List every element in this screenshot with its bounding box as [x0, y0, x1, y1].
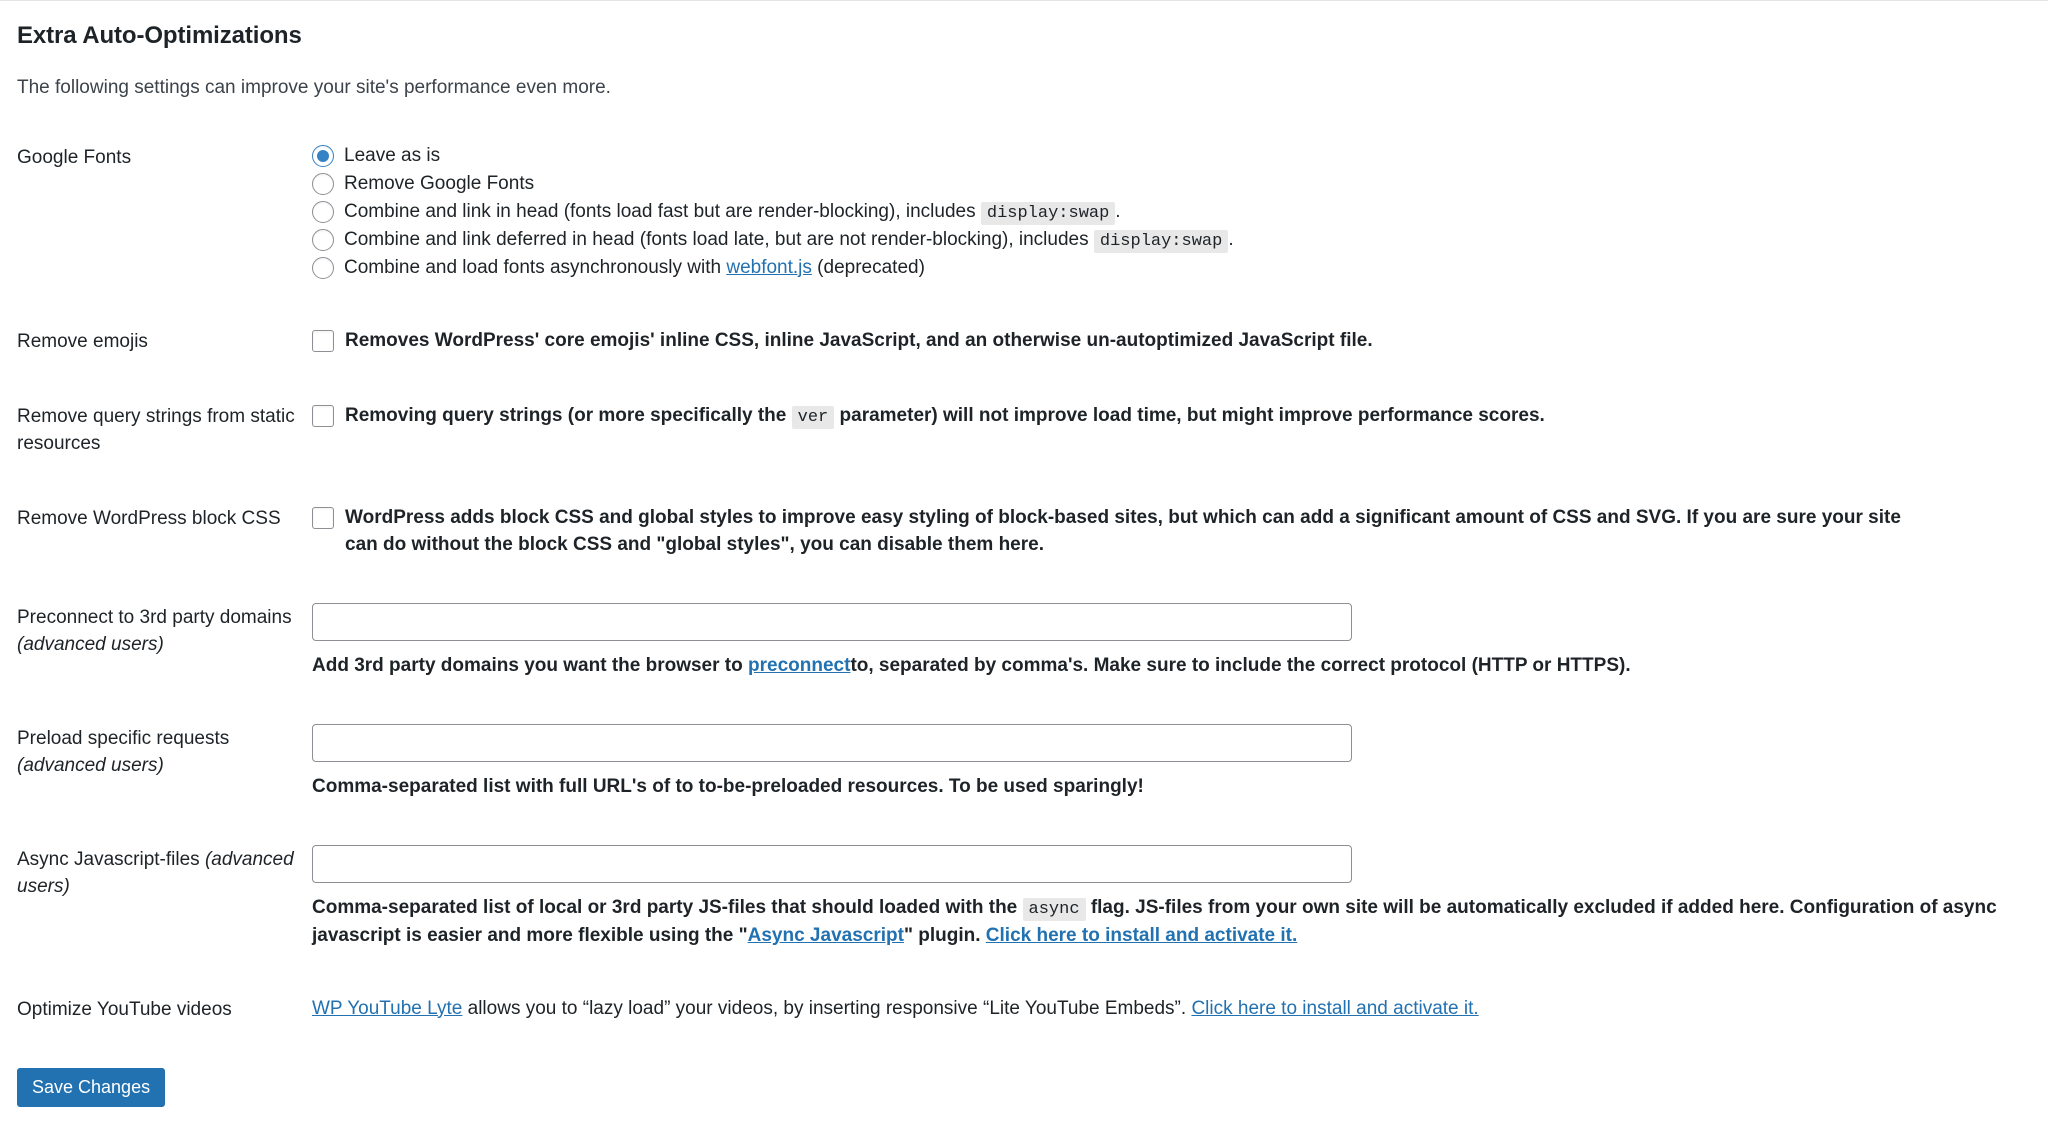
- youtube-text: allows you to “lazy load” your videos, b…: [467, 997, 1187, 1019]
- code-ver: ver: [791, 405, 835, 429]
- label-preload: Preload specific requests (advanced users…: [0, 702, 312, 823]
- submit-area: Save Changes: [0, 1048, 2048, 1127]
- radio-label-text: Combine and load fonts asynchronously wi…: [344, 256, 722, 278]
- radio-icon[interactable]: [312, 256, 334, 279]
- row-async-javascript: Async Javascript-files (advanced users) …: [0, 823, 2048, 972]
- checkbox-label-pre: Removing query strings (or more specific…: [345, 404, 787, 426]
- row-remove-block-css: Remove WordPress block CSS WordPress add…: [0, 482, 2048, 581]
- preload-input[interactable]: [312, 724, 1352, 763]
- checkbox-remove-block-css[interactable]: WordPress adds block CSS and global styl…: [312, 504, 2038, 559]
- desc-post: to, separated by comma's. Make sure to i…: [850, 655, 1631, 677]
- code-display-swap: display:swap: [1093, 229, 1229, 253]
- radio-label-suffix: .: [1115, 200, 1121, 222]
- cell-preload: Comma-separated list with full URL's of …: [312, 702, 2048, 823]
- radio-label-suffix: (deprecated): [817, 256, 925, 278]
- checkbox-remove-emojis[interactable]: Removes WordPress' core emojis' inline C…: [312, 327, 2038, 355]
- label-text: Preload specific requests: [17, 728, 230, 750]
- radio-label: Leave as is: [344, 145, 441, 166]
- preconnect-input[interactable]: [312, 603, 1352, 642]
- row-google-fonts: Google Fonts Leave as is Remove Google F…: [0, 121, 2048, 305]
- label-async-javascript: Async Javascript-files (advanced users): [0, 823, 312, 972]
- label-text: Async Javascript-files: [17, 849, 200, 871]
- section-description: The following settings can improve your …: [17, 77, 611, 98]
- checkbox-label: Removing query strings (or more specific…: [345, 402, 1545, 431]
- checkbox-remove-query-strings[interactable]: Removing query strings (or more specific…: [312, 402, 2038, 431]
- google-fonts-radio-group: Leave as is Remove Google Fonts Combine …: [312, 143, 2038, 281]
- radio-label: Combine and link deferred in head (fonts…: [344, 227, 1234, 253]
- label-optimize-youtube: Optimize YouTube videos: [17, 998, 232, 1020]
- radio-option-leave-as-is[interactable]: Leave as is: [312, 143, 2038, 169]
- label-remove-emojis: Remove emojis: [17, 330, 148, 352]
- cell-async-javascript: Comma-separated list of local or 3rd par…: [312, 823, 2048, 972]
- cell-optimize-youtube: WP YouTube Lyte allows you to “lazy load…: [312, 973, 2048, 1048]
- desc-mid2: " plugin.: [903, 925, 981, 947]
- label-text: Preconnect to 3rd party domains: [17, 607, 292, 629]
- radio-label: Combine and load fonts asynchronously wi…: [344, 255, 925, 281]
- code-async: async: [1022, 898, 1086, 922]
- page-title: Extra Auto-Optimizations: [17, 22, 302, 49]
- radio-label: Combine and link in head (fonts load fas…: [344, 199, 1121, 225]
- radio-option-combine-link-head[interactable]: Combine and link in head (fonts load fas…: [312, 199, 2038, 225]
- radio-label-text: Combine and link in head (fonts load fas…: [344, 200, 976, 222]
- radio-icon[interactable]: [312, 145, 334, 167]
- radio-icon[interactable]: [312, 228, 334, 251]
- label-emphasis: (advanced users): [17, 634, 164, 656]
- async-javascript-plugin-link[interactable]: Async Javascript: [748, 925, 904, 946]
- radio-option-remove-google-fonts[interactable]: Remove Google Fonts: [312, 171, 2038, 197]
- checkbox-label: WordPress adds block CSS and global styl…: [345, 506, 1901, 556]
- row-remove-query-strings: Remove query strings from static resourc…: [0, 380, 2048, 482]
- async-javascript-input[interactable]: [312, 845, 1352, 884]
- top-divider: [0, 0, 2048, 1]
- checkbox-icon[interactable]: [312, 404, 334, 427]
- youtube-description: WP YouTube Lyte allows you to “lazy load…: [312, 995, 2038, 1024]
- preconnect-description: Add 3rd party domains you want the brows…: [312, 652, 2038, 680]
- label-preconnect: Preconnect to 3rd party domains (advance…: [0, 581, 312, 702]
- preconnect-link[interactable]: preconnect: [748, 655, 850, 676]
- radio-icon[interactable]: [312, 200, 334, 223]
- radio-option-combine-link-deferred[interactable]: Combine and link deferred in head (fonts…: [312, 227, 2038, 253]
- youtube-install-activate-link[interactable]: Click here to install and activate it.: [1191, 998, 1478, 1019]
- desc-pre: Comma-separated list of local or 3rd par…: [312, 897, 1018, 919]
- cell-remove-query-strings: Removing query strings (or more specific…: [312, 380, 2048, 482]
- radio-label-suffix: .: [1228, 228, 1234, 250]
- checkbox-label-post: parameter) will not improve load time, b…: [839, 404, 1545, 426]
- row-preload: Preload specific requests (advanced users…: [0, 702, 2048, 823]
- radio-label-text: Combine and link deferred in head (fonts…: [344, 228, 1089, 250]
- cell-google-fonts: Leave as is Remove Google Fonts Combine …: [312, 121, 2048, 305]
- desc-pre: Add 3rd party domains you want the brows…: [312, 655, 743, 677]
- checkbox-icon[interactable]: [312, 506, 334, 529]
- label-emphasis: (advanced users): [17, 755, 164, 777]
- async-install-activate-link[interactable]: Click here to install and activate it.: [986, 925, 1298, 946]
- wp-youtube-lyte-link[interactable]: WP YouTube Lyte: [312, 998, 462, 1019]
- row-preconnect: Preconnect to 3rd party domains (advance…: [0, 581, 2048, 702]
- row-remove-emojis: Remove emojis Removes WordPress' core em…: [0, 305, 2048, 380]
- radio-icon[interactable]: [312, 172, 334, 195]
- preload-description: Comma-separated list with full URL's of …: [312, 776, 1144, 798]
- save-changes-button[interactable]: Save Changes: [17, 1067, 166, 1108]
- webfont-js-link[interactable]: webfont.js: [726, 257, 812, 278]
- radio-option-combine-async-webfont[interactable]: Combine and load fonts asynchronously wi…: [312, 255, 2038, 281]
- checkbox-label: Removes WordPress' core emojis' inline C…: [345, 329, 1373, 351]
- cell-remove-emojis: Removes WordPress' core emojis' inline C…: [312, 305, 2048, 380]
- extra-auto-optimizations-page: Extra Auto-Optimizations The following s…: [0, 0, 2048, 1127]
- row-optimize-youtube: Optimize YouTube videos WP YouTube Lyte …: [0, 973, 2048, 1048]
- async-javascript-description: Comma-separated list of local or 3rd par…: [312, 894, 2038, 950]
- label-google-fonts: Google Fonts: [17, 147, 132, 168]
- radio-label: Remove Google Fonts: [344, 172, 535, 194]
- label-remove-query-strings: Remove query strings from static resourc…: [17, 405, 295, 454]
- checkbox-icon[interactable]: [312, 329, 334, 352]
- code-display-swap: display:swap: [980, 201, 1116, 225]
- cell-preconnect: Add 3rd party domains you want the brows…: [312, 581, 2048, 702]
- settings-form-table: Google Fonts Leave as is Remove Google F…: [0, 121, 2048, 1048]
- cell-remove-block-css: WordPress adds block CSS and global styl…: [312, 482, 2048, 581]
- label-remove-block-css: Remove WordPress block CSS: [17, 507, 281, 529]
